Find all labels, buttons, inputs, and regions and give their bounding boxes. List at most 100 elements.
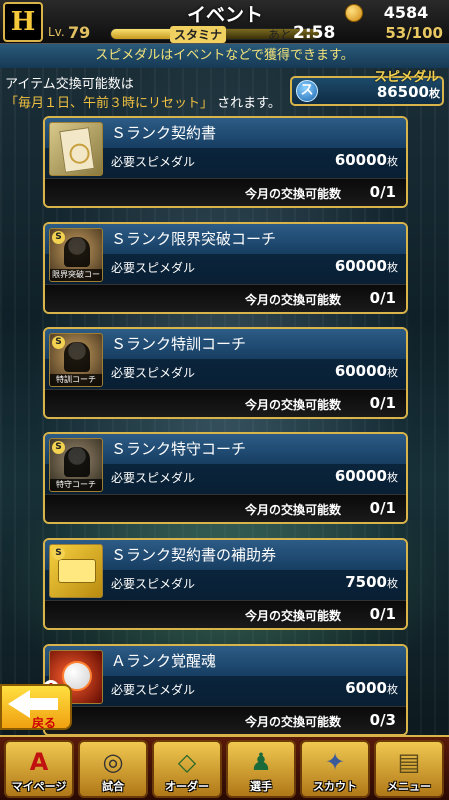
page-title: イベント xyxy=(186,4,263,26)
coach-figure xyxy=(64,237,90,267)
nav-label: マイページ xyxy=(11,780,67,793)
coach-icon: S 特守コーチ xyxy=(49,438,103,492)
item-title: Ｓランク契約書の補助券 xyxy=(111,546,277,564)
monthly-limit-value: 0/1 xyxy=(369,183,396,201)
item-cost-value: 60000 xyxy=(334,257,387,275)
notice-banner: スピメダルはイベントなどで獲得できます。 xyxy=(0,44,449,68)
monthly-limit-value: 0/1 xyxy=(369,605,396,623)
nav-label: スカウト xyxy=(313,780,357,793)
card-footer: 今月の交換可能数 0/1 xyxy=(45,389,406,417)
card-footer: 今月の交換可能数 0/1 xyxy=(45,178,406,206)
required-medal-label: 必要スピメダル xyxy=(111,471,196,485)
monthly-limit-value: 0/3 xyxy=(369,711,396,729)
item-cost-unit: 枚 xyxy=(387,577,398,590)
required-medal-label: 必要スピメダル xyxy=(111,577,196,591)
coach-icon: S 限界突破コーチ xyxy=(49,228,103,282)
nav-menu[interactable]: ▤ メニュー xyxy=(374,740,444,798)
reset-highlight: 「毎月１日、午前３時にリセット」 xyxy=(5,96,214,111)
required-medal-label: 必要スピメダル xyxy=(111,261,196,275)
required-medal-label: 必要スピメダル xyxy=(111,683,196,697)
item-cost: 7500枚 xyxy=(345,573,398,591)
remaining-label: あと xyxy=(268,28,293,42)
item-title: Ｓランク限界突破コーチ xyxy=(111,230,277,248)
monthly-limit-value: 0/1 xyxy=(369,394,396,412)
exchange-item-card[interactable]: S 特訓コーチ Ｓランク特訓コーチ 必要スピメダル 60000枚 今月の交換可能… xyxy=(43,327,408,419)
exchange-item-card[interactable]: S 特守コーチ Ｓランク特守コーチ 必要スピメダル 60000枚 今月の交換可能… xyxy=(43,432,408,524)
monthly-limit-label: 今月の交換可能数 xyxy=(245,187,342,201)
player-icon: ♟ xyxy=(250,748,272,776)
item-title: Ａランク覚醒魂 xyxy=(111,652,217,670)
item-cost: 60000枚 xyxy=(335,362,398,380)
medal-balance: 86500枚 xyxy=(330,83,440,101)
back-button-label: 戻る xyxy=(32,716,57,730)
item-cost-unit: 枚 xyxy=(387,155,398,168)
s-rank-badge: S xyxy=(52,441,65,454)
required-medal-label: 必要スピメダル xyxy=(111,155,196,169)
menu-icon: ▤ xyxy=(397,748,421,776)
monthly-limit-label: 今月の交換可能数 xyxy=(245,609,342,623)
nav-mypage[interactable]: A マイページ xyxy=(4,740,74,798)
item-title: Ｓランク特訓コーチ xyxy=(111,335,247,353)
s-rank-badge: S xyxy=(52,547,65,560)
stadium-icon: ◎ xyxy=(102,748,124,776)
exchange-item-card[interactable]: S 限界突破コーチ Ｓランク限界突破コーチ 必要スピメダル 60000枚 今月の… xyxy=(43,222,408,314)
required-medal-label: 必要スピメダル xyxy=(111,366,196,380)
nav-label: 試合 xyxy=(102,780,124,793)
item-cost-value: 60000 xyxy=(334,362,387,380)
info-line-2-rest: されます。 xyxy=(217,96,281,111)
card-footer: 今月の交換可能数 0/3 xyxy=(45,706,406,734)
item-title: Ｓランク特守コーチ xyxy=(111,440,247,458)
mypage-icon: A xyxy=(29,748,49,776)
card-footer: 今月の交換可能数 0/1 xyxy=(45,494,406,522)
info-line-2: 「毎月１日、午前３時にリセット」 されます。 xyxy=(5,92,281,111)
card-footer: 今月の交換可能数 0/1 xyxy=(45,600,406,628)
monthly-limit-value: 0/1 xyxy=(369,289,396,307)
item-cost: 60000枚 xyxy=(335,257,398,275)
team-logo[interactable]: H xyxy=(3,2,43,42)
coin-icon xyxy=(345,4,363,22)
monthly-limit-value: 0/1 xyxy=(369,499,396,517)
item-cost-value: 7500 xyxy=(345,573,387,591)
nav-scout[interactable]: ✦ スカウト xyxy=(300,740,370,798)
thumb-caption: 特守コーチ xyxy=(50,479,102,491)
exchange-item-card[interactable]: Ｓランク契約書 必要スピメダル 60000枚 今月の交換可能数 0/1 xyxy=(43,116,408,208)
monthly-limit-label: 今月の交換可能数 xyxy=(245,398,342,412)
back-button[interactable]: 戻る xyxy=(0,684,72,730)
medal-unit: 枚 xyxy=(429,87,440,100)
back-arrow-tail xyxy=(28,698,58,710)
s-rank-badge: S xyxy=(52,336,65,349)
monthly-limit-label: 今月の交換可能数 xyxy=(245,715,342,729)
item-cost-value: 60000 xyxy=(334,151,387,169)
item-cost-unit: 枚 xyxy=(387,366,398,379)
item-cost: 60000枚 xyxy=(335,467,398,485)
coach-figure xyxy=(64,342,90,372)
item-cost: 6000枚 xyxy=(345,679,398,697)
stamina-timer: 2:58 xyxy=(293,23,336,43)
nav-label: オーダー xyxy=(165,780,209,793)
monthly-limit-label: 今月の交換可能数 xyxy=(245,293,342,307)
s-rank-badge: S xyxy=(52,231,65,244)
item-cost: 60000枚 xyxy=(335,151,398,169)
nav-game[interactable]: ◎ 試合 xyxy=(78,740,148,798)
item-cost-unit: 枚 xyxy=(387,471,398,484)
ticket-shape xyxy=(58,559,96,583)
nav-players[interactable]: ♟ 選手 xyxy=(226,740,296,798)
item-cost-unit: 枚 xyxy=(387,261,398,274)
scout-card-icon: ✦ xyxy=(324,748,346,776)
contract-icon xyxy=(49,122,103,176)
coach-icon: S 特訓コーチ xyxy=(49,333,103,387)
thumb-caption: 特訓コーチ xyxy=(50,374,102,386)
nav-label: メニュー xyxy=(387,780,431,793)
exchange-item-card[interactable]: S Ｓランク契約書の補助券 必要スピメダル 7500枚 今月の交換可能数 0/1 xyxy=(43,538,408,630)
coin-count: 4584 xyxy=(383,3,429,22)
item-title: Ｓランク契約書 xyxy=(111,124,217,142)
nav-order[interactable]: ◇ オーダー xyxy=(152,740,222,798)
level-label: Lv. xyxy=(48,25,65,39)
stamina-label: スタミナ xyxy=(170,26,227,43)
coach-figure xyxy=(64,447,90,477)
spi-medal-icon: ス xyxy=(296,80,318,102)
exchange-item-card[interactable]: Ａランク覚醒魂 必要スピメダル 6000枚 今月の交換可能数 0/3 xyxy=(43,644,408,736)
item-cost-value: 6000 xyxy=(345,679,387,697)
card-footer: 今月の交換可能数 0/1 xyxy=(45,284,406,312)
level-value: 79 xyxy=(68,23,91,42)
